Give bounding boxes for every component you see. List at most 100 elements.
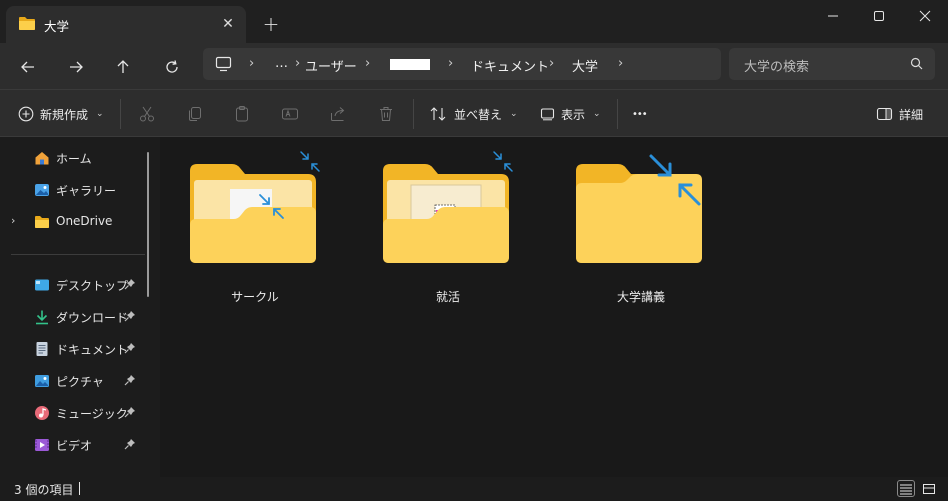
address-bar[interactable]: › … › ユーザー › › ドキュメント › 大学 ›	[203, 48, 721, 80]
maximize-button[interactable]	[856, 0, 902, 32]
close-icon	[919, 10, 931, 22]
compressed-icon	[493, 151, 513, 172]
chevron-right-icon[interactable]: ›	[295, 56, 300, 71]
cut-button[interactable]	[138, 90, 156, 138]
sidebar-item-gallery[interactable]: ギャラリー	[0, 174, 150, 206]
view-button[interactable]: 表示 ⌄	[540, 90, 601, 138]
cut-icon	[140, 106, 154, 122]
sidebar-item-onedrive[interactable]: › OneDrive	[0, 206, 150, 238]
scrollbar[interactable]	[147, 152, 149, 297]
chevron-right-icon[interactable]: ›	[448, 56, 453, 71]
maximize-icon	[874, 11, 884, 21]
new-label: 新規作成	[40, 107, 89, 122]
documents-icon	[34, 341, 50, 357]
details-label: 詳細	[899, 107, 924, 122]
breadcrumb-overflow[interactable]: …	[275, 56, 288, 71]
sidebar-item-label: ドキュメント	[56, 343, 129, 357]
pin-icon[interactable]	[124, 406, 136, 421]
pin-icon[interactable]	[124, 278, 136, 293]
sidebar-item-label: ビデオ	[56, 439, 93, 453]
view-icon	[540, 108, 555, 121]
folder-name: 就活	[435, 290, 460, 304]
details-view-button[interactable]	[897, 480, 915, 497]
pin-icon[interactable]	[124, 342, 136, 357]
video-icon	[34, 437, 50, 453]
rename-button[interactable]	[281, 90, 299, 138]
redacted-username[interactable]	[390, 59, 430, 70]
paste-button[interactable]	[233, 90, 251, 138]
folder-icon	[383, 151, 513, 263]
item-count: 3 個の項目	[14, 483, 74, 497]
details-view-icon	[900, 484, 912, 494]
folder-item[interactable]: 大学講義	[566, 145, 716, 315]
refresh-button[interactable]	[156, 51, 188, 83]
copy-button[interactable]	[186, 90, 204, 138]
sidebar-item-downloads[interactable]: ダウンロード	[0, 301, 150, 333]
sidebar-item-label: ギャラリー	[56, 184, 117, 198]
tab-daigaku[interactable]: 大学 ✕	[6, 6, 246, 43]
back-button[interactable]	[12, 51, 44, 83]
details-pane-button[interactable]: 詳細	[876, 90, 923, 138]
copy-icon	[189, 107, 201, 121]
search-box[interactable]: 大学の検索	[729, 48, 935, 80]
search-icon[interactable]	[910, 57, 923, 73]
divider	[617, 99, 618, 129]
folder-icon	[34, 214, 50, 230]
sidebar-item-label: ダウンロード	[56, 311, 129, 325]
add-circle-icon	[18, 106, 34, 122]
folder-icon	[576, 154, 702, 263]
sidebar-item-documents[interactable]: ドキュメント	[0, 333, 150, 365]
folder-item[interactable]: サークル	[180, 145, 330, 315]
more-options-button[interactable]: •••	[632, 90, 648, 138]
chevron-right-icon[interactable]: ›	[618, 56, 623, 71]
navigation-row: › … › ユーザー › › ドキュメント › 大学 › 大学の検索	[0, 43, 948, 89]
sidebar-item-label: デスクトップ	[56, 279, 129, 293]
folder-item[interactable]: 就活	[373, 145, 523, 315]
sidebar-item-label: OneDrive	[56, 214, 113, 228]
chevron-right-icon[interactable]: ›	[549, 56, 554, 71]
new-button[interactable]: 新規作成 ⌄	[18, 90, 104, 138]
chevron-right-icon[interactable]: ›	[365, 56, 370, 71]
chevron-right-icon[interactable]: ›	[249, 56, 254, 71]
pin-icon[interactable]	[124, 310, 136, 325]
folder-icon	[18, 16, 36, 34]
details-pane-icon	[876, 107, 893, 121]
sidebar-item-pictures[interactable]: ピクチャ	[0, 365, 150, 397]
up-button[interactable]	[107, 51, 139, 83]
search-input[interactable]: 大学の検索	[744, 56, 809, 75]
sidebar-item-label: ミュージック	[56, 407, 128, 421]
sidebar-item-music[interactable]: ミュージック	[0, 397, 150, 429]
home-icon	[34, 150, 50, 166]
music-icon	[34, 405, 50, 421]
minimize-button[interactable]	[810, 0, 856, 32]
title-bar: 大学 ✕ +	[0, 0, 948, 43]
folder-name: サークル	[231, 290, 279, 304]
large-icons-view-button[interactable]	[920, 480, 938, 497]
trash-icon	[380, 107, 392, 121]
folder-name: 大学講義	[616, 290, 665, 304]
pictures-icon	[34, 373, 50, 389]
command-bar: 新規作成 ⌄ 並べ替え ⌄ 表示 ⌄ ••• 詳細	[0, 89, 948, 137]
breadcrumb-users[interactable]: ユーザー	[305, 56, 357, 75]
sort-button[interactable]: 並べ替え ⌄	[430, 90, 518, 138]
pin-icon[interactable]	[124, 374, 136, 389]
sidebar-item-videos[interactable]: ビデオ	[0, 429, 150, 461]
compressed-icon	[300, 151, 320, 172]
download-icon	[34, 309, 50, 325]
forward-button[interactable]	[60, 51, 92, 83]
sidebar-item-label: ピクチャ	[56, 375, 104, 389]
delete-button[interactable]	[377, 90, 395, 138]
close-window-button[interactable]	[902, 0, 948, 32]
share-button[interactable]	[329, 90, 347, 138]
breadcrumb-documents[interactable]: ドキュメント	[471, 56, 549, 75]
divider	[120, 99, 121, 129]
rename-icon	[282, 108, 298, 120]
pin-icon[interactable]	[124, 438, 136, 453]
breadcrumb-daigaku[interactable]: 大学	[572, 56, 598, 75]
close-icon[interactable]: ✕	[216, 12, 240, 36]
chevron-right-icon[interactable]: ›	[11, 214, 15, 227]
sidebar-item-desktop[interactable]: デスクトップ	[0, 269, 150, 301]
sidebar-item-home[interactable]: ホーム	[0, 142, 150, 174]
new-tab-button[interactable]: +	[259, 12, 283, 36]
status-separator	[79, 482, 80, 495]
